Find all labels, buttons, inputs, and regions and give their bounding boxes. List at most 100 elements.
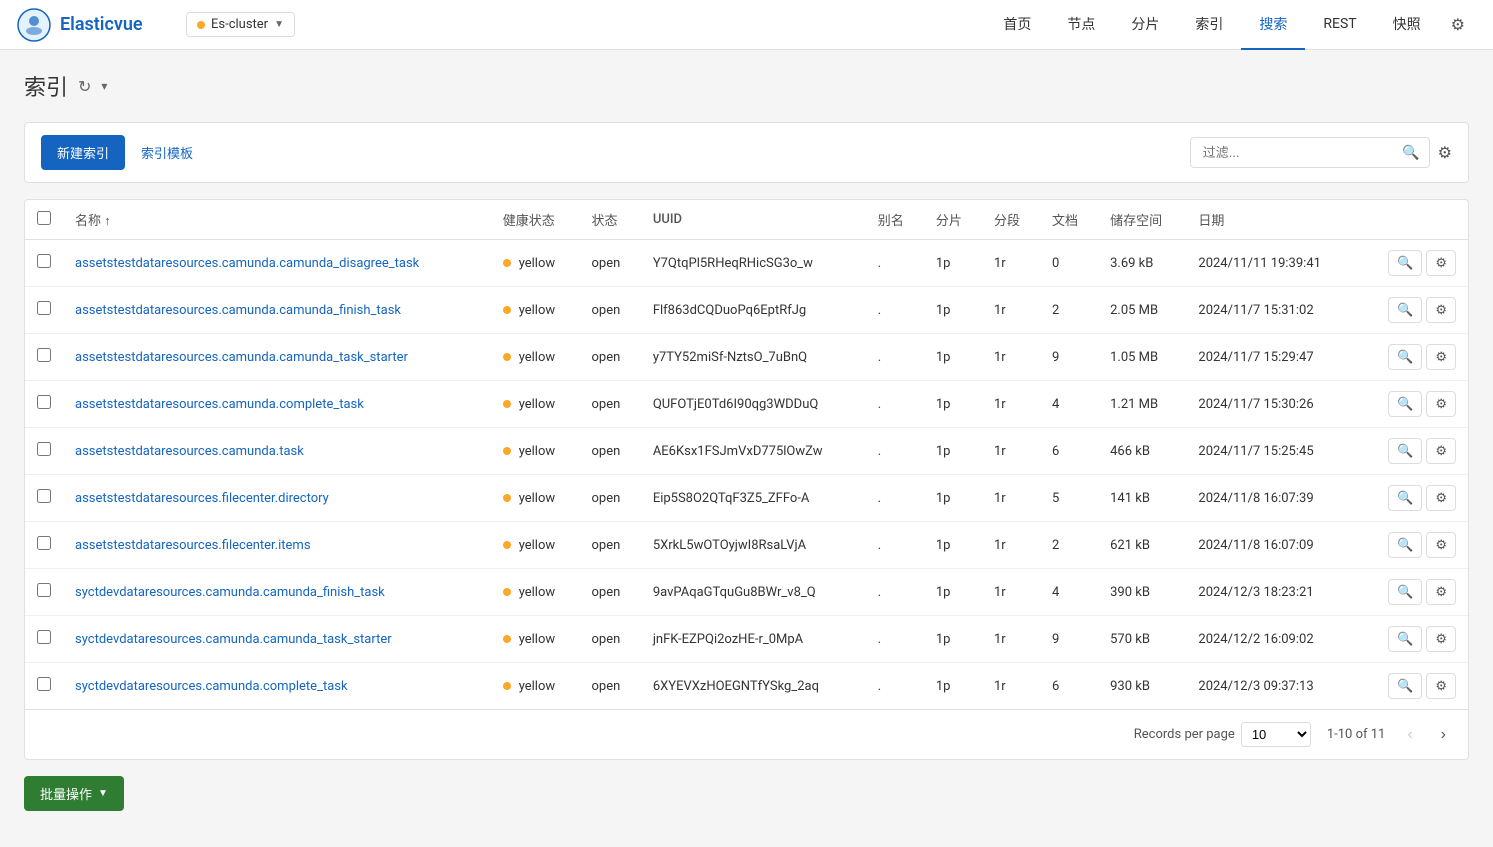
- select-all-checkbox[interactable]: [37, 211, 51, 225]
- cluster-selector[interactable]: Es-cluster ▼: [186, 12, 295, 37]
- search-index-btn-3[interactable]: 🔍: [1388, 391, 1422, 417]
- table-row: assetstestdataresources.camunda.camunda_…: [25, 240, 1468, 287]
- index-settings-btn-1[interactable]: ⚙: [1426, 297, 1456, 323]
- nav-snapshot[interactable]: 快照: [1375, 0, 1439, 50]
- search-index-btn-7[interactable]: 🔍: [1388, 579, 1422, 605]
- index-settings-btn-7[interactable]: ⚙: [1426, 579, 1456, 605]
- new-index-button[interactable]: 新建索引: [41, 135, 125, 170]
- nav-home[interactable]: 首页: [985, 0, 1049, 50]
- health-label-2: yellow: [519, 350, 555, 365]
- nav-indices[interactable]: 索引: [1177, 0, 1241, 50]
- nav-rest[interactable]: REST: [1305, 2, 1374, 48]
- index-name-link-0[interactable]: assetstestdataresources.camunda.camunda_…: [75, 256, 419, 271]
- nav-search[interactable]: 搜索: [1241, 0, 1305, 50]
- size-cell-5: 141 kB: [1098, 475, 1186, 522]
- records-per-page: Records per page 10 25 50 100: [1134, 722, 1311, 747]
- size-cell-0: 3.69 kB: [1098, 240, 1186, 287]
- size-cell-9: 930 kB: [1098, 663, 1186, 710]
- col-name[interactable]: 名称 ↑: [63, 200, 491, 240]
- search-index-btn-5[interactable]: 🔍: [1388, 485, 1422, 511]
- search-index-btn-0[interactable]: 🔍: [1388, 250, 1422, 276]
- health-cell-8: yellow: [503, 632, 568, 647]
- index-name-link-7[interactable]: syctdevdataresources.camunda.camunda_fin…: [75, 585, 385, 600]
- row-checkbox-9[interactable]: [37, 677, 51, 691]
- index-name-link-2[interactable]: assetstestdataresources.camunda.camunda_…: [75, 350, 408, 365]
- col-actions: [1357, 200, 1468, 240]
- uuid-cell-5: Eip5S8O2QTqF3Z5_ZFFo-A: [641, 475, 866, 522]
- index-name-link-3[interactable]: assetstestdataresources.camunda.complete…: [75, 397, 364, 412]
- row-checkbox-0[interactable]: [37, 254, 51, 268]
- search-index-btn-4[interactable]: 🔍: [1388, 438, 1422, 464]
- health-label-6: yellow: [519, 538, 555, 553]
- index-settings-btn-9[interactable]: ⚙: [1426, 673, 1456, 699]
- prev-page-button[interactable]: ‹: [1401, 724, 1418, 746]
- row-checkbox-6[interactable]: [37, 536, 51, 550]
- alias-cell-6: .: [866, 522, 924, 569]
- nav-links: 首页 节点 分片 索引 搜索 REST 快照 ⚙: [985, 0, 1477, 50]
- actions-cell-4: 🔍 ⚙: [1369, 438, 1456, 464]
- filter-input[interactable]: [1190, 137, 1430, 168]
- index-settings-btn-5[interactable]: ⚙: [1426, 485, 1456, 511]
- index-name-link-6[interactable]: assetstestdataresources.filecenter.items: [75, 538, 311, 553]
- per-page-select[interactable]: 10 25 50 100: [1241, 722, 1311, 747]
- nav-nodes[interactable]: 节点: [1049, 0, 1113, 50]
- index-name-link-9[interactable]: syctdevdataresources.camunda.complete_ta…: [75, 679, 348, 694]
- index-settings-btn-0[interactable]: ⚙: [1426, 250, 1456, 276]
- shards-cell-5: 1p: [924, 475, 982, 522]
- row-checkbox-5[interactable]: [37, 489, 51, 503]
- health-cell-3: yellow: [503, 397, 568, 412]
- size-cell-4: 466 kB: [1098, 428, 1186, 475]
- col-shards: 分片: [924, 200, 982, 240]
- index-settings-btn-6[interactable]: ⚙: [1426, 532, 1456, 558]
- uuid-cell-8: jnFK-EZPQi2ozHE-r_0MpA: [641, 616, 866, 663]
- row-checkbox-1[interactable]: [37, 301, 51, 315]
- col-date: 日期: [1186, 200, 1356, 240]
- index-name-link-1[interactable]: assetstestdataresources.camunda.camunda_…: [75, 303, 401, 318]
- index-name-link-5[interactable]: assetstestdataresources.filecenter.direc…: [75, 491, 329, 506]
- docs-cell-0: 0: [1040, 240, 1098, 287]
- search-index-btn-8[interactable]: 🔍: [1388, 626, 1422, 652]
- index-settings-btn-3[interactable]: ⚙: [1426, 391, 1456, 417]
- index-template-button[interactable]: 索引模板: [125, 135, 209, 170]
- header-dropdown-icon[interactable]: ▾: [101, 79, 107, 93]
- docs-cell-8: 9: [1040, 616, 1098, 663]
- index-name-link-8[interactable]: syctdevdataresources.camunda.camunda_tas…: [75, 632, 392, 647]
- alias-cell-0: .: [866, 240, 924, 287]
- col-docs: 文档: [1040, 200, 1098, 240]
- bulk-operations-button[interactable]: 批量操作 ▼: [24, 776, 124, 811]
- uuid-cell-4: AE6Ksx1FSJmVxD775lOwZw: [641, 428, 866, 475]
- next-page-button[interactable]: ›: [1435, 724, 1452, 746]
- table-row: assetstestdataresources.filecenter.direc…: [25, 475, 1468, 522]
- row-checkbox-7[interactable]: [37, 583, 51, 597]
- row-checkbox-4[interactable]: [37, 442, 51, 456]
- row-checkbox-2[interactable]: [37, 348, 51, 362]
- health-label-1: yellow: [519, 303, 555, 318]
- nav-shards[interactable]: 分片: [1113, 0, 1177, 50]
- index-settings-btn-4[interactable]: ⚙: [1426, 438, 1456, 464]
- index-settings-btn-8[interactable]: ⚙: [1426, 626, 1456, 652]
- index-name-link-4[interactable]: assetstestdataresources.camunda.task: [75, 444, 304, 459]
- uuid-cell-0: Y7QtqPl5RHeqRHicSG3o_w: [641, 240, 866, 287]
- search-index-btn-9[interactable]: 🔍: [1388, 673, 1422, 699]
- search-index-btn-2[interactable]: 🔍: [1388, 344, 1422, 370]
- row-checkbox-3[interactable]: [37, 395, 51, 409]
- search-index-btn-6[interactable]: 🔍: [1388, 532, 1422, 558]
- bulk-label: 批量操作: [40, 784, 92, 803]
- alias-cell-7: .: [866, 569, 924, 616]
- table-settings-icon[interactable]: ⚙: [1438, 143, 1452, 162]
- col-status: 状态: [580, 200, 641, 240]
- search-index-btn-1[interactable]: 🔍: [1388, 297, 1422, 323]
- actions-cell-7: 🔍 ⚙: [1369, 579, 1456, 605]
- settings-nav-icon[interactable]: ⚙: [1439, 1, 1477, 48]
- health-label-7: yellow: [519, 585, 555, 600]
- row-checkbox-8[interactable]: [37, 630, 51, 644]
- table-header-row: 名称 ↑ 健康状态 状态 UUID 别名 分片 分段 文档 储存空间 日期: [25, 200, 1468, 240]
- index-settings-btn-2[interactable]: ⚙: [1426, 344, 1456, 370]
- health-dot-9: [503, 682, 511, 690]
- size-cell-8: 570 kB: [1098, 616, 1186, 663]
- records-per-page-label: Records per page: [1134, 727, 1235, 742]
- health-dot-1: [503, 306, 511, 314]
- col-uuid: UUID: [641, 200, 866, 240]
- app-name: Elasticvue: [60, 14, 143, 35]
- refresh-icon[interactable]: ↻: [78, 77, 91, 96]
